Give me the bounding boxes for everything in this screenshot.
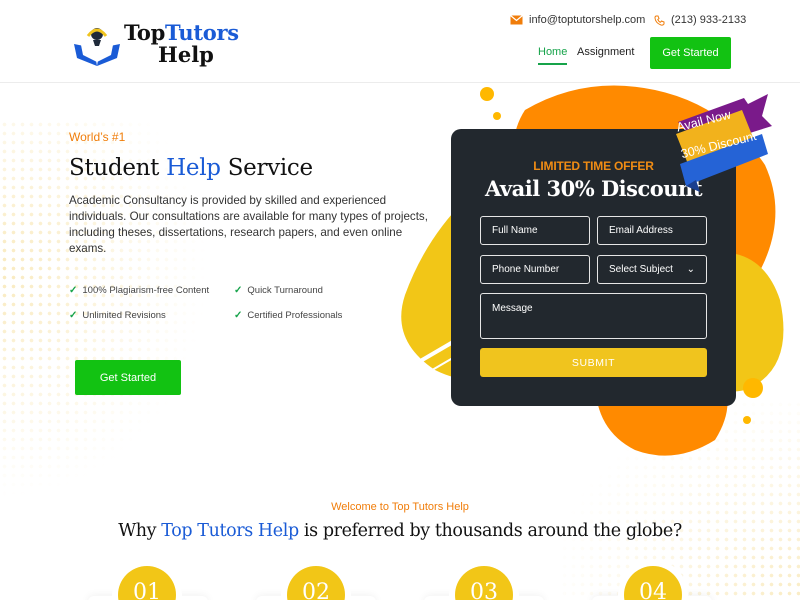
- checkmark-icon: ✓: [69, 285, 78, 296]
- header-phone[interactable]: (213) 933-2133: [654, 14, 746, 26]
- phone-input[interactable]: Phone Number: [480, 255, 590, 284]
- feature-item: ✓ Certified Professionals: [234, 310, 342, 321]
- logo-word-help: Help: [158, 42, 214, 67]
- feature-item: ✓ Unlimited Revisions: [69, 310, 166, 321]
- hero-description: Academic Consultancy is provided by skil…: [69, 194, 428, 255]
- feature-item: ✓ 100% Plagiarism-free Content: [69, 285, 209, 296]
- checkmark-icon: ✓: [69, 310, 78, 321]
- header-email[interactable]: info@toptutorshelp.com: [510, 14, 645, 26]
- section-title-part1: Why: [118, 521, 162, 541]
- envelope-icon: [510, 15, 523, 25]
- email-input[interactable]: Email Address: [597, 216, 707, 245]
- feature-label: Unlimited Revisions: [82, 310, 166, 321]
- subject-select[interactable]: Select Subject ⌄: [597, 255, 707, 284]
- step-number-badge: 02: [287, 566, 345, 600]
- header-phone-text: (213) 933-2133: [671, 14, 747, 26]
- nav-item-home[interactable]: Home: [538, 46, 568, 65]
- section-kicker: Welcome to Top Tutors Help: [331, 501, 469, 513]
- section-title: Why Top Tutors Help is preferred by thou…: [0, 521, 800, 541]
- section-title-highlight: Top Tutors Help: [161, 521, 299, 541]
- submit-button[interactable]: SUBMIT: [480, 348, 707, 377]
- feature-item: ✓ Quick Turnaround: [234, 285, 323, 296]
- feature-label: Quick Turnaround: [247, 285, 323, 296]
- hero-title-part2: Service: [220, 155, 313, 181]
- hero-title-highlight: Help: [166, 155, 221, 181]
- phone-icon: [654, 15, 665, 26]
- header-email-text: info@toptutorshelp.com: [529, 14, 646, 26]
- hero-title: Student Help Service: [69, 155, 313, 181]
- section-title-part2: is preferred by thousands around the glo…: [298, 521, 682, 541]
- feature-label: Certified Professionals: [247, 310, 343, 321]
- logo-text[interactable]: TopTutors Help: [124, 22, 239, 66]
- subject-select-value: Select Subject: [609, 264, 673, 275]
- step-number-badge: 01: [118, 566, 176, 600]
- hero-title-part1: Student: [69, 155, 167, 181]
- nav-item-assignment[interactable]: Assignment: [577, 46, 634, 58]
- header-get-started-button[interactable]: Get Started: [650, 37, 731, 69]
- message-textarea[interactable]: Message: [480, 293, 707, 339]
- step-number-badge: 03: [455, 566, 513, 600]
- full-name-input[interactable]: Full Name: [480, 216, 590, 245]
- checkmark-icon: ✓: [234, 310, 243, 321]
- hero-kicker: World’s #1: [69, 130, 126, 144]
- checkmark-icon: ✓: [234, 285, 243, 296]
- chevron-down-icon: ⌄: [686, 264, 695, 275]
- feature-label: 100% Plagiarism-free Content: [82, 285, 210, 296]
- hero-get-started-button[interactable]: Get Started: [75, 360, 181, 395]
